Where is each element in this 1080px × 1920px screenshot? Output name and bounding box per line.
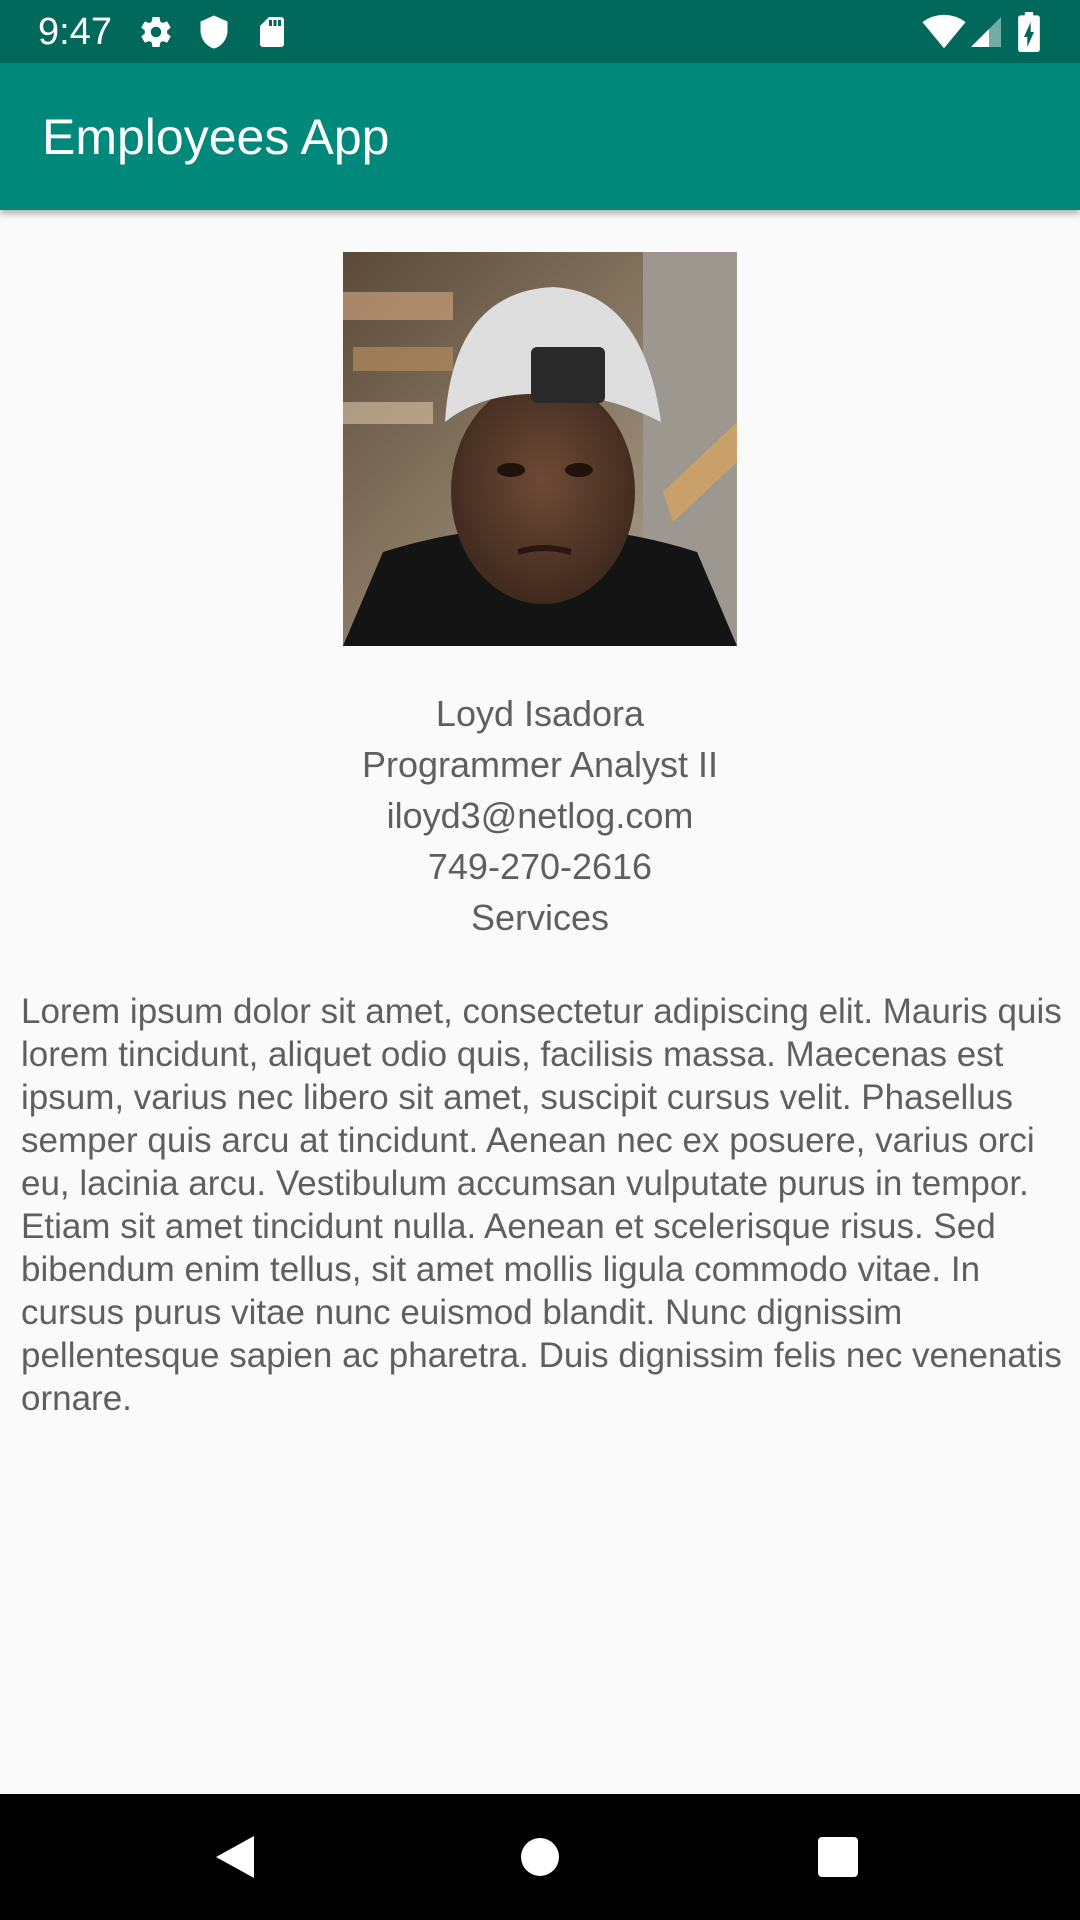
status-time: 9:47 [38,11,112,53]
back-icon[interactable] [204,1824,270,1890]
sd-card-icon [260,17,284,47]
employee-bio: Lorem ipsum dolor sit amet, consectetur … [21,992,1062,1418]
app-title: Employees App [42,109,390,165]
employee-phone: 749-270-2616 [427,846,653,887]
navigation-bar [0,1794,1080,1920]
employee-title: Programmer Analyst II [361,744,719,785]
employee-photo [343,252,737,646]
screen: 9:47 Employees App Loyd Isadora Programm… [0,0,1080,1920]
employee-department: Services [470,897,610,938]
cell-signal-icon [971,17,1001,47]
wifi-icon [922,14,966,49]
recents-icon[interactable] [805,1824,871,1890]
status-bar: 9:47 [0,0,1080,63]
employee-info: Loyd Isadora Programmer Analyst II iloyd… [0,688,1080,943]
battery-charging-icon [1018,12,1040,52]
shield-icon [200,15,228,49]
gear-icon [141,17,171,48]
employee-name: Loyd Isadora [435,693,645,734]
employee-email: iloyd3@netlog.com [386,795,694,836]
app-bar: Employees App [0,63,1080,210]
home-icon[interactable] [507,1824,573,1890]
